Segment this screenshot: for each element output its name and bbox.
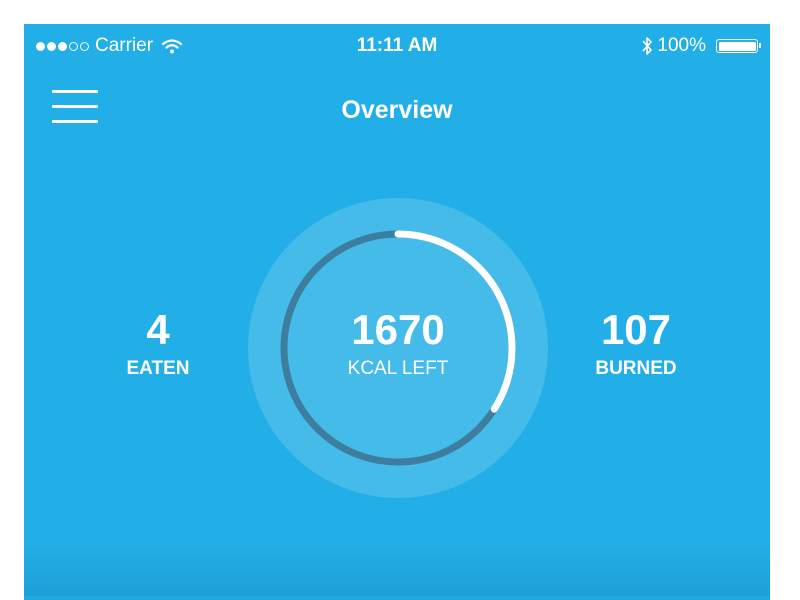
burned-label: BURNED (595, 358, 677, 379)
eaten-value: 4 (146, 306, 170, 353)
burned-value: 107 (600, 306, 672, 353)
section-divider-shadow (24, 544, 770, 596)
app-screen: Carrier 11:11 AM 100% Overview 4 EATEN 1… (24, 24, 770, 600)
calorie-summary: 4 EATEN 1670 KCAL LEFT 107 BURNED (24, 24, 770, 600)
bottom-section (24, 596, 770, 600)
kcal-left-value: 1670 (351, 306, 445, 353)
kcal-left-label: KCAL LEFT (347, 358, 449, 379)
eaten-label: EATEN (126, 358, 190, 379)
